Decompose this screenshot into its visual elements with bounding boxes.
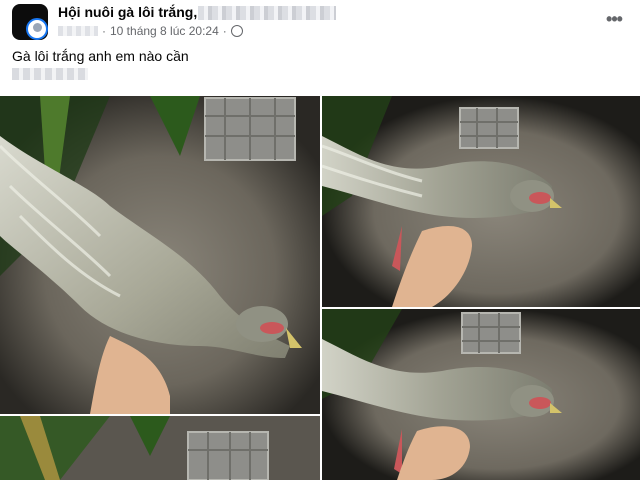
post-separator: ·: [102, 24, 106, 38]
group-name-link[interactable]: Hội nuôi gà lôi trắng,: [58, 4, 197, 20]
photo-1[interactable]: [0, 96, 320, 414]
blurred-meta: [58, 26, 98, 36]
blurred-post-text: [12, 68, 88, 80]
photo-4[interactable]: [0, 416, 320, 480]
post-meta: · 10 tháng 8 lúc 20:24 ·: [58, 24, 243, 38]
meta-separator: ·: [222, 24, 227, 38]
more-options-button[interactable]: •••: [602, 8, 626, 32]
post-text: Gà lôi trắng anh em nào cần: [12, 48, 189, 64]
globe-icon: [230, 25, 243, 37]
post-header: Hội nuôi gà lôi trắng, · 10 tháng 8 lúc …: [0, 0, 640, 44]
blurred-author-name[interactable]: [198, 6, 336, 20]
group-avatar[interactable]: [12, 4, 48, 40]
user-avatar[interactable]: [26, 18, 48, 40]
photo-2[interactable]: [322, 96, 640, 307]
post-timestamp[interactable]: 10 tháng 8 lúc 20:24: [110, 24, 219, 38]
photo-3[interactable]: [322, 309, 640, 480]
photo-grid: [0, 96, 640, 480]
